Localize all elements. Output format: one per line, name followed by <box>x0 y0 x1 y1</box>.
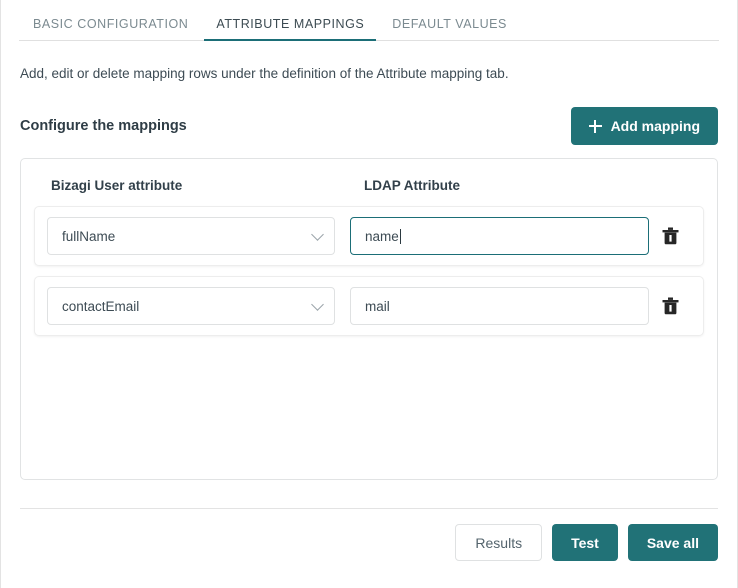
ldap-attribute-input[interactable] <box>350 287 649 325</box>
tab-basic-configuration[interactable]: BASIC CONFIGURATION <box>19 17 202 41</box>
mappings-card: Bizagi User attribute LDAP Attribute ful… <box>20 158 718 480</box>
column-headers: Bizagi User attribute LDAP Attribute <box>34 173 704 206</box>
tab-bar: BASIC CONFIGURATION ATTRIBUTE MAPPINGS D… <box>1 0 737 41</box>
ldap-attribute-value: name <box>365 228 399 244</box>
add-mapping-label: Add mapping <box>610 118 700 134</box>
results-button[interactable]: Results <box>455 524 543 561</box>
attribute-mappings-page: BASIC CONFIGURATION ATTRIBUTE MAPPINGS D… <box>0 0 738 588</box>
footer-actions: Results Test Save all <box>1 524 718 561</box>
bizagi-attribute-select[interactable]: contactEmail <box>47 287 335 325</box>
column-header-bizagi: Bizagi User attribute <box>51 178 183 193</box>
bizagi-attribute-select-wrap: contactEmail <box>47 287 335 325</box>
section-header: Configure the mappings Add mapping <box>20 107 718 145</box>
page-title: Configure the mappings <box>20 118 187 134</box>
plus-icon <box>588 119 602 133</box>
trash-icon <box>662 297 678 315</box>
table-row: fullName name <box>34 206 704 266</box>
delete-mapping-button[interactable] <box>649 217 691 255</box>
save-all-button[interactable]: Save all <box>627 524 718 561</box>
bizagi-attribute-value: fullName <box>62 228 116 244</box>
table-row: contactEmail <box>34 276 704 336</box>
page-description: Add, edit or delete mapping rows under t… <box>20 66 509 81</box>
bizagi-attribute-select[interactable]: fullName <box>47 217 335 255</box>
ldap-attribute-input[interactable]: name <box>350 217 649 255</box>
add-mapping-button[interactable]: Add mapping <box>570 107 718 145</box>
footer-divider <box>20 508 718 509</box>
delete-mapping-button[interactable] <box>649 287 691 325</box>
trash-icon <box>662 227 678 245</box>
tab-attribute-mappings[interactable]: ATTRIBUTE MAPPINGS <box>202 17 378 41</box>
bizagi-attribute-select-wrap: fullName <box>47 217 335 255</box>
test-button[interactable]: Test <box>552 524 618 561</box>
column-header-ldap: LDAP Attribute <box>364 178 460 193</box>
text-caret <box>399 228 401 244</box>
tab-default-values[interactable]: DEFAULT VALUES <box>378 17 521 41</box>
bizagi-attribute-value: contactEmail <box>62 298 140 314</box>
